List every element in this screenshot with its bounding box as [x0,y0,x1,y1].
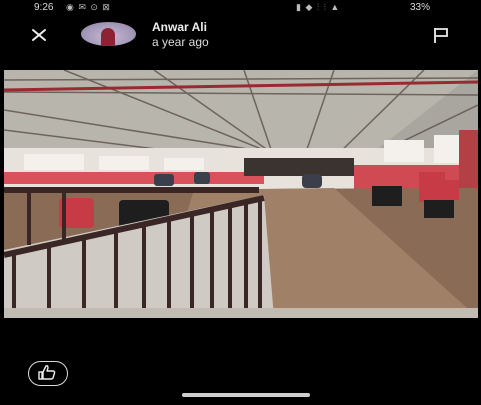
notification-icons: ◉ ✉ ⊙ ⊠ [66,2,111,12]
system-status-icons: ▮ ◆ ⫶ ⫶ ▲ [296,2,341,12]
post-photo[interactable] [4,70,478,318]
report-button[interactable] [432,26,450,44]
avatar[interactable] [81,22,136,46]
hall-interior-image [4,70,478,318]
avatar-figure [101,28,115,46]
status-time: 9:26 [34,2,54,13]
flag-icon [434,28,448,43]
close-icon [32,29,46,41]
close-button[interactable] [28,24,50,46]
like-button[interactable] [28,361,68,386]
home-indicator[interactable] [182,393,310,397]
thumbs-up-icon [38,365,56,380]
status-bar: 9:26 ◉ ✉ ⊙ ⊠ ▮ ◆ ⫶ ⫶ ▲ 33% [0,0,481,16]
user-name[interactable]: Anwar Ali [152,20,207,34]
battery-level: 33% [410,2,431,13]
post-timestamp: a year ago [152,35,209,49]
